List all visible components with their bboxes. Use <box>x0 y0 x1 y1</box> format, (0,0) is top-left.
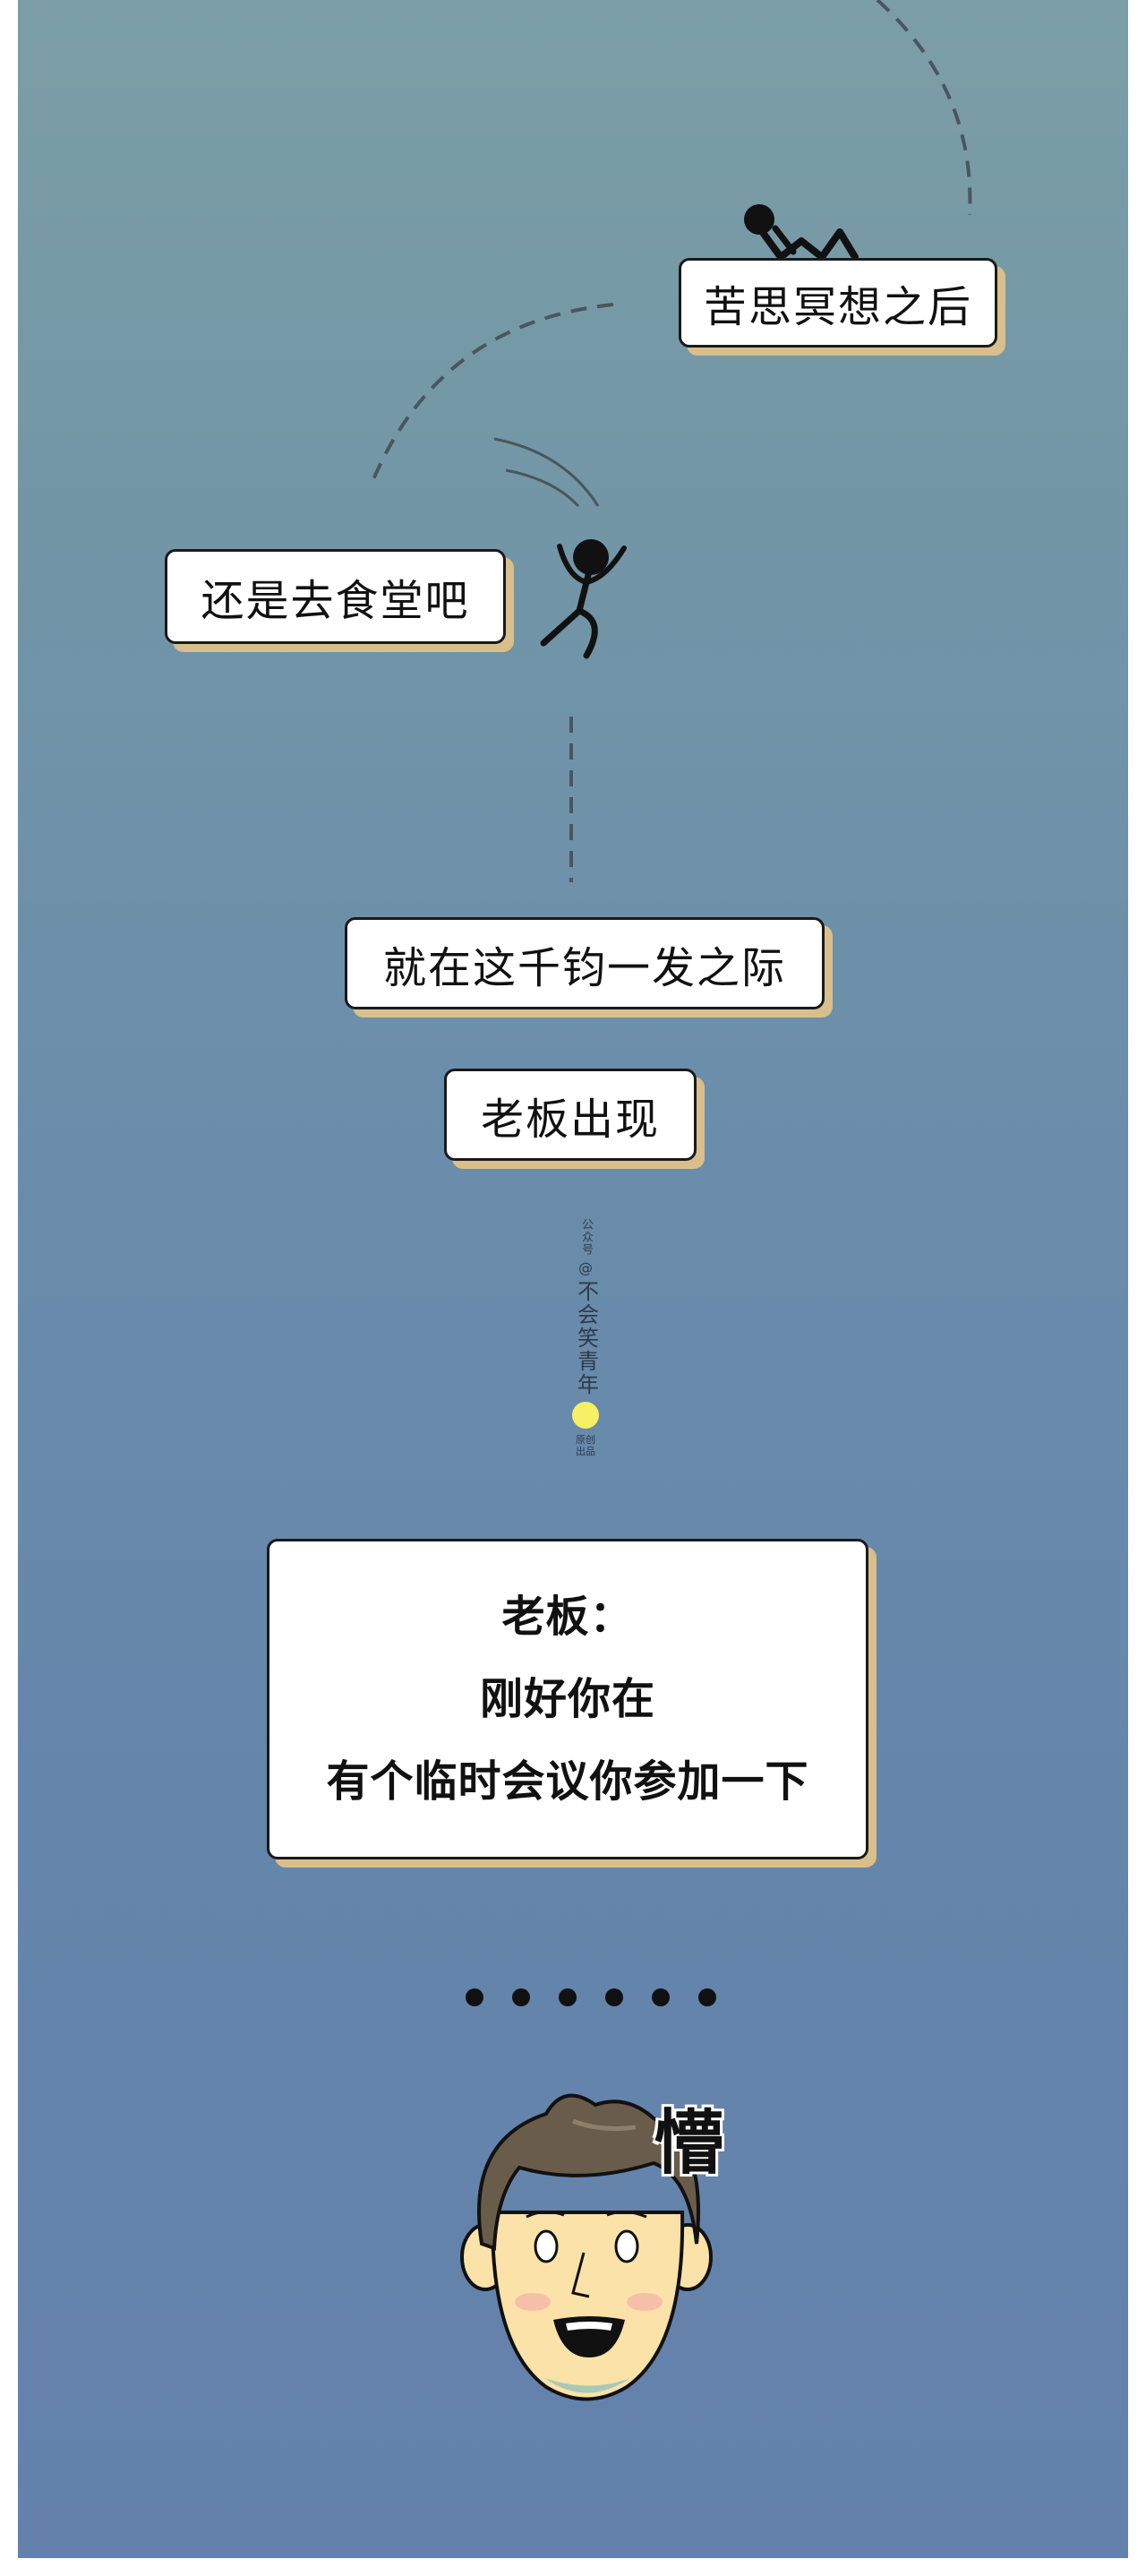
dashed-arc-middle <box>370 303 614 485</box>
ellipsis-dot <box>466 1988 483 2006</box>
bubble-critical-moment-text: 就在这千钧一发之际 <box>382 942 786 993</box>
lying-stick-figure <box>744 204 859 261</box>
bubble-boss-appears-text: 老板出现 <box>480 1094 660 1145</box>
watermark-suffix-1: 原创 <box>576 1434 595 1446</box>
boss-speech-line-2: 刚好你在 <box>479 1674 655 1724</box>
ellipsis-dot <box>559 1988 577 2006</box>
bubble-critical-moment: 就在这千钧一发之际 <box>345 917 825 1009</box>
watermark-name: 不会笑青年 <box>573 1280 599 1396</box>
bubble-think-text: 苦思冥想之后 <box>703 282 972 332</box>
boss-speech-box: 老板： 刚好你在 有个临时会议你参加一下 <box>267 1539 868 1859</box>
sun-icon <box>572 1402 599 1429</box>
bubble-canteen: 还是去食堂吧 <box>165 549 506 644</box>
ellipsis-dot <box>652 1988 670 2006</box>
comic-panel: 苦思冥想之后 还是去食堂吧 就在这千钧一发之际 老板出现 公众号 @ 不会笑青年… <box>18 0 1128 2558</box>
ellipsis-dot <box>512 1988 530 2006</box>
ellipsis-dot <box>698 1988 716 2006</box>
watermark-prefix: 公众号 <box>579 1218 593 1256</box>
watermark: 公众号 @ 不会笑青年 原创 出品 <box>566 1218 605 1457</box>
watermark-at: @ <box>578 1259 593 1276</box>
ellipsis-dots <box>466 1984 716 2011</box>
ellipsis-dot <box>605 1988 623 2006</box>
motion-line-2 <box>505 468 580 508</box>
bubble-canteen-text: 还是去食堂吧 <box>201 576 470 626</box>
running-stick-figure <box>540 539 627 659</box>
reaction-text: 懵 <box>654 2103 724 2184</box>
boss-speech-line-3: 有个临时会议你参加一下 <box>326 1756 809 1807</box>
dashed-trajectory <box>370 0 972 882</box>
bubble-think: 苦思冥想之后 <box>679 258 997 348</box>
boss-speaker-label: 老板： <box>501 1592 634 1642</box>
dashed-arc-top <box>876 0 972 216</box>
bubble-boss-appears: 老板出现 <box>444 1069 697 1161</box>
watermark-suffix-2: 出品 <box>576 1446 595 1457</box>
motion-line-1 <box>493 437 600 507</box>
